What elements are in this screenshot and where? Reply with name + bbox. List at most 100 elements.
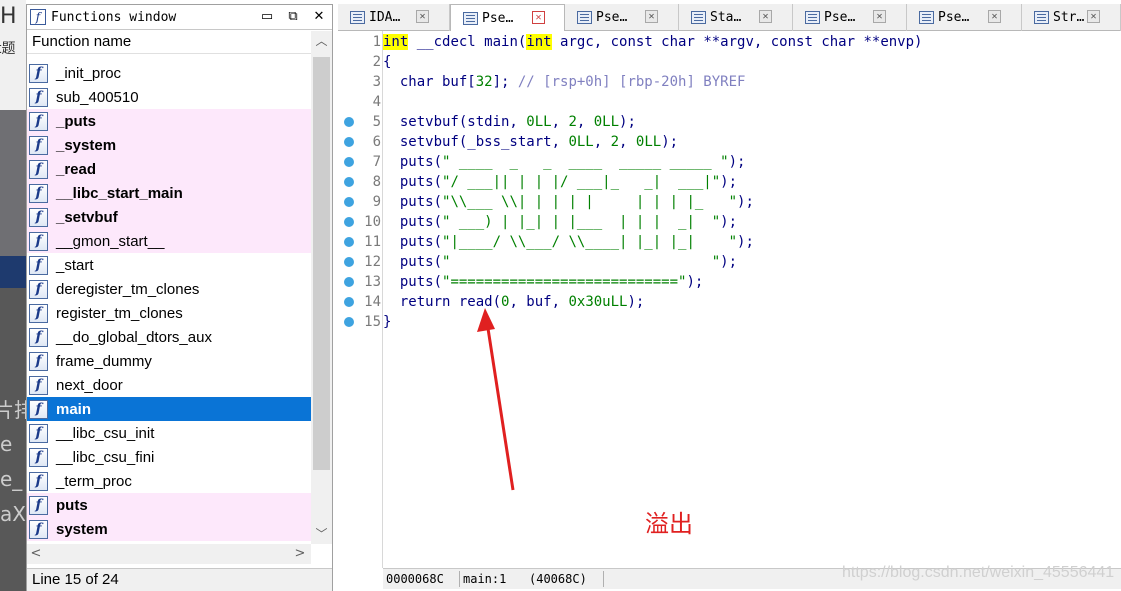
line-number: 3: [372, 74, 381, 90]
code-line[interactable]: puts(" ___) | |_| | |___ | | | _| ");: [383, 212, 737, 232]
breakpoint-dot-icon[interactable]: [344, 177, 354, 187]
function-name: __libc_start_main: [56, 184, 183, 202]
function-icon: f: [29, 231, 48, 251]
breakpoint-dot-icon[interactable]: [344, 257, 354, 267]
function-name: _start: [56, 256, 94, 274]
function-list-item[interactable]: f _read: [27, 157, 311, 181]
function-list-item[interactable]: f __libc_csu_init: [27, 421, 311, 445]
function-icon: f: [29, 159, 48, 179]
view-tab[interactable]: Pse… ✕: [450, 4, 565, 32]
function-name: _system: [56, 136, 117, 154]
tab-close-icon[interactable]: ✕: [416, 10, 429, 23]
function-icon: f: [29, 63, 48, 83]
function-list-item[interactable]: f sub_400510: [27, 85, 311, 109]
function-list-item[interactable]: f _term_proc: [27, 469, 311, 493]
close-icon[interactable]: ✕: [311, 9, 327, 25]
pseudocode-view-icon: [463, 12, 478, 25]
function-icon: f: [29, 375, 48, 395]
vertical-scrollbar[interactable]: ︿ ﹀: [311, 31, 332, 544]
function-name: sub_400510: [56, 88, 139, 106]
tab-label: Pse…: [596, 10, 628, 25]
tab-close-icon[interactable]: ✕: [1087, 10, 1100, 23]
breakpoint-dot-icon[interactable]: [344, 137, 354, 147]
function-list-item[interactable]: f _init_proc: [27, 61, 311, 85]
code-line[interactable]: puts("===========================");: [383, 272, 703, 292]
function-list-item[interactable]: f __libc_csu_fini: [27, 445, 311, 469]
scroll-down-icon[interactable]: ﹀: [311, 524, 332, 544]
function-list-item[interactable]: f register_tm_clones: [27, 301, 311, 325]
functions-window-titlebar[interactable]: f Functions window ▭ ⧉ ✕: [27, 5, 332, 30]
function-list-item[interactable]: f deregister_tm_clones: [27, 277, 311, 301]
function-icon: f: [29, 351, 48, 371]
function-icon: f: [29, 327, 48, 347]
function-list-item[interactable]: f frame_dummy: [27, 349, 311, 373]
code-line[interactable]: puts(" ____ _ _ ____ _____ _____ ");: [383, 152, 746, 172]
breakpoint-dot-icon[interactable]: [344, 197, 354, 207]
function-list-item[interactable]: f main: [27, 397, 311, 421]
code-line[interactable]: puts("/ ___|| | | |/ ___|_ _| ___|");: [383, 172, 737, 192]
function-icon: f: [29, 495, 48, 515]
view-tab[interactable]: Sta… ✕: [679, 4, 793, 31]
code-line[interactable]: setvbuf(stdin, 0LL, 2, 0LL);: [383, 112, 636, 132]
background-text: e: [0, 432, 13, 456]
function-list: f _init_proc f sub_400510 f _puts f _system f _re…: [27, 61, 311, 541]
breakpoint-dot-icon[interactable]: [344, 317, 354, 327]
code-line[interactable]: }: [383, 312, 391, 332]
breakpoint-dot-icon[interactable]: [344, 157, 354, 167]
code-line[interactable]: puts(" ");: [383, 252, 737, 272]
function-name: _read: [56, 160, 97, 178]
function-icon: f: [29, 279, 48, 299]
function-list-item[interactable]: f __libc_start_main: [27, 181, 311, 205]
pseudocode-view-icon: [805, 11, 820, 24]
code-line[interactable]: puts("|____/ \\___/ \\____| |_| |_| ");: [383, 232, 754, 252]
view-tab[interactable]: IDA… ✕: [338, 4, 450, 31]
watermark: https://blog.csdn.net/weixin_45556441: [842, 564, 1115, 581]
view-tab[interactable]: Pse… ✕: [793, 4, 907, 31]
minimize-icon[interactable]: ▭: [259, 9, 275, 25]
view-tab[interactable]: Str… ✕: [1022, 4, 1121, 31]
breakpoint-dot-icon[interactable]: [344, 277, 354, 287]
status-offset: (40068C): [529, 572, 587, 586]
tab-close-icon[interactable]: ✕: [873, 10, 886, 23]
code-line[interactable]: setvbuf(_bss_start, 0LL, 2, 0LL);: [383, 132, 678, 152]
function-list-item[interactable]: f __do_global_dtors_aux: [27, 325, 311, 349]
pseudocode-view[interactable]: 1 2 3 4 5 6 7 8 9 10 11 12 13 14 15 int __cdecl main(i…: [338, 31, 1121, 568]
code-line[interactable]: puts("\\___ \\| | | | | | | | |_ ");: [383, 192, 754, 212]
breakpoint-dot-icon[interactable]: [344, 237, 354, 247]
code-line[interactable]: {: [383, 52, 391, 72]
tab-close-icon[interactable]: ✕: [988, 10, 1001, 23]
function-list-item[interactable]: f puts: [27, 493, 311, 517]
breakpoint-dot-icon[interactable]: [344, 117, 354, 127]
function-list-item[interactable]: f system: [27, 517, 311, 541]
view-tab[interactable]: Pse… ✕: [907, 4, 1022, 31]
function-name-column-header[interactable]: Function name: [27, 30, 332, 54]
function-list-item[interactable]: f _system: [27, 133, 311, 157]
function-name: __do_global_dtors_aux: [56, 328, 212, 346]
tab-close-icon[interactable]: ✕: [645, 10, 658, 23]
breakpoint-dot-icon[interactable]: [344, 217, 354, 227]
status-location: main:1: [463, 572, 507, 586]
function-list-item[interactable]: f next_door: [27, 373, 311, 397]
scroll-right-icon[interactable]: >: [291, 544, 309, 564]
scrollbar-thumb[interactable]: [313, 57, 330, 470]
function-list-item[interactable]: f __gmon_start__: [27, 229, 311, 253]
function-icon: f: [29, 183, 48, 203]
code-line[interactable]: char buf[32]; // [rsp+0h] [rbp-20h] BYRE…: [383, 72, 746, 92]
function-list-item[interactable]: f _puts: [27, 109, 311, 133]
scroll-up-icon[interactable]: ︿: [311, 31, 332, 51]
function-list-item[interactable]: f _setvbuf: [27, 205, 311, 229]
tab-label: Sta…: [710, 10, 742, 25]
tab-close-icon[interactable]: ✕: [759, 10, 772, 23]
function-list-item[interactable]: f _start: [27, 253, 311, 277]
horizontal-scrollbar[interactable]: < >: [27, 544, 311, 564]
breakpoint-dot-icon[interactable]: [344, 297, 354, 307]
tab-close-icon[interactable]: ✕: [532, 11, 545, 24]
function-name: __libc_csu_fini: [56, 448, 155, 466]
view-tab[interactable]: Pse… ✕: [565, 4, 679, 31]
scroll-left-icon[interactable]: <: [27, 544, 45, 564]
function-name: frame_dummy: [56, 352, 152, 370]
code-line[interactable]: int __cdecl main(int argc, const char **…: [383, 32, 922, 52]
function-name: main: [56, 400, 92, 418]
function-icon: f: [29, 207, 48, 227]
restore-icon[interactable]: ⧉: [285, 9, 301, 25]
